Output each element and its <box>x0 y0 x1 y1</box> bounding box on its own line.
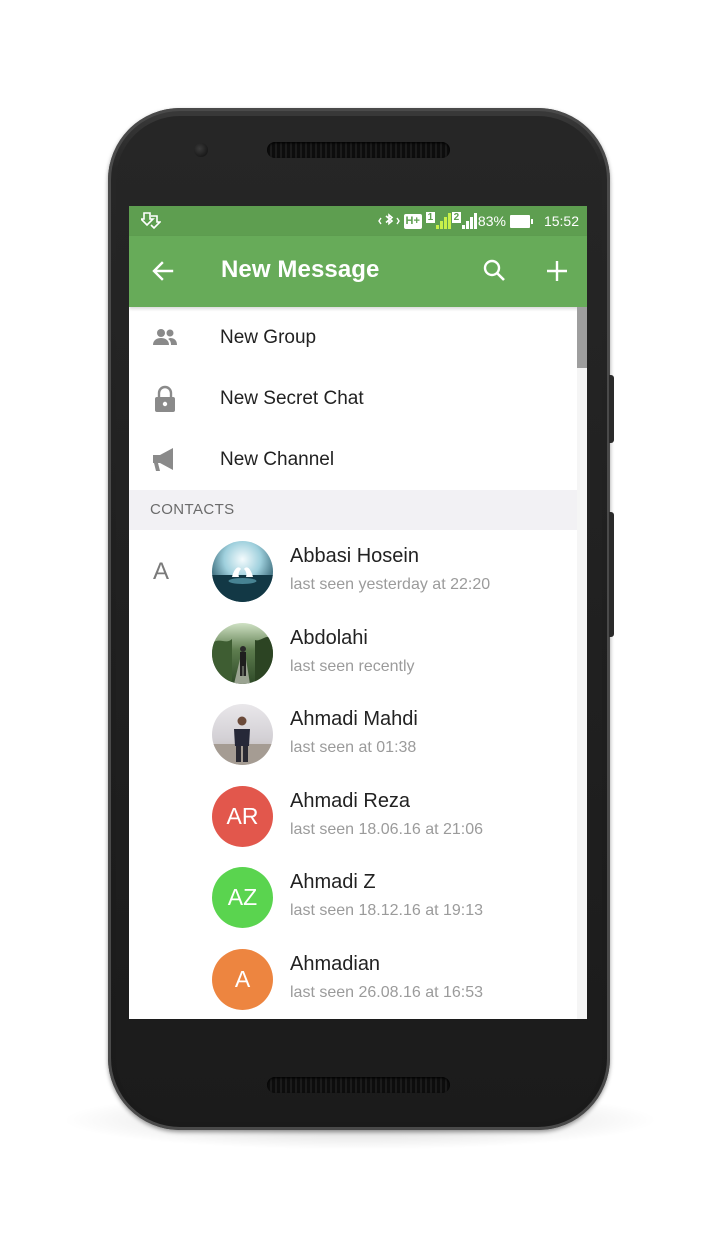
toolbar: New Message <box>129 236 587 307</box>
sim2-signal-icon: 2 <box>451 212 477 230</box>
contact-name: Abbasi Hosein <box>290 545 419 567</box>
contacts-section-header: CONTACTS <box>129 490 577 530</box>
screen: H+ 1 2 83% 15:52 New Message New Group N… <box>129 206 587 1019</box>
contact-name: Ahmadi Z <box>290 871 376 893</box>
avatar-initials: AZ <box>212 867 273 928</box>
page-title: New Message <box>221 256 380 283</box>
new-group-item[interactable]: New Group <box>129 307 587 368</box>
menu-item-label: New Secret Chat <box>220 387 364 409</box>
contact-name: Abdolahi <box>290 626 368 649</box>
megaphone-icon <box>151 446 179 474</box>
group-icon <box>151 324 179 352</box>
top-speaker <box>267 142 450 158</box>
avatar-initials: A <box>212 948 273 1010</box>
contact-last-seen: last seen yesterday at 22:20 <box>290 576 491 593</box>
scrollbar[interactable] <box>577 307 587 1019</box>
contact-last-seen: last seen 26.08.16 at 16:53 <box>290 983 484 1001</box>
contact-last-seen: last seen 18.12.16 at 19:13 <box>290 902 484 919</box>
front-camera <box>194 143 208 157</box>
bluetooth-icon <box>377 212 400 230</box>
lock-icon <box>151 385 179 413</box>
contact-last-seen: last seen at 01:38 <box>290 739 417 756</box>
menu-item-label: New Group <box>220 326 317 348</box>
avatar <box>212 704 273 765</box>
avatar <box>212 622 273 684</box>
clock: 15:52 <box>543 213 579 229</box>
plus-icon[interactable] <box>543 257 571 285</box>
battery-icon <box>509 214 533 228</box>
contact-row[interactable]: Ahmadi Mahdi last seen at 01:38 <box>129 693 577 775</box>
action-menu: New Group New Secret Chat New Channel <box>129 307 587 490</box>
menu-item-label: New Channel <box>220 448 335 470</box>
contact-row[interactable]: A Ahmadian last seen 26.08.16 at 16:53 <box>129 938 577 1020</box>
contact-row[interactable]: AR Ahmadi Reza last seen 18.06.16 at 21:… <box>129 775 577 857</box>
avatar-initials: AR <box>212 785 273 847</box>
new-secret-chat-item[interactable]: New Secret Chat <box>129 368 587 429</box>
status-bar: H+ 1 2 83% 15:52 <box>129 206 587 236</box>
back-arrow-icon[interactable] <box>149 257 177 285</box>
contact-row[interactable]: Abdolahi last seen recently <box>129 612 577 694</box>
network-type-badge: H+ <box>403 213 422 229</box>
battery-percent: 83% <box>477 213 506 229</box>
sim1-signal-icon: 1 <box>425 212 451 230</box>
contact-row[interactable]: Abbasi Hosein last seen yesterday at 22:… <box>129 530 577 612</box>
bottom-speaker <box>267 1077 450 1093</box>
contacts-list: A Abbasi Hosein last seen yesterday at 2… <box>129 530 577 1019</box>
search-icon[interactable] <box>481 257 509 285</box>
contact-last-seen: last seen 18.06.16 at 21:06 <box>290 820 484 838</box>
scrollbar-thumb[interactable] <box>577 307 587 368</box>
contact-row[interactable]: AZ Ahmadi Z last seen 18.12.16 at 19:13 <box>129 856 577 938</box>
download-icon <box>139 212 162 233</box>
volume-button <box>609 512 614 637</box>
power-button <box>609 375 614 443</box>
contact-name: Ahmadi Reza <box>290 789 411 812</box>
avatar <box>212 541 273 602</box>
contact-last-seen: last seen recently <box>290 657 415 675</box>
new-channel-item[interactable]: New Channel <box>129 429 587 490</box>
contact-name: Ahmadi Mahdi <box>290 708 418 730</box>
contact-name: Ahmadian <box>290 952 381 975</box>
